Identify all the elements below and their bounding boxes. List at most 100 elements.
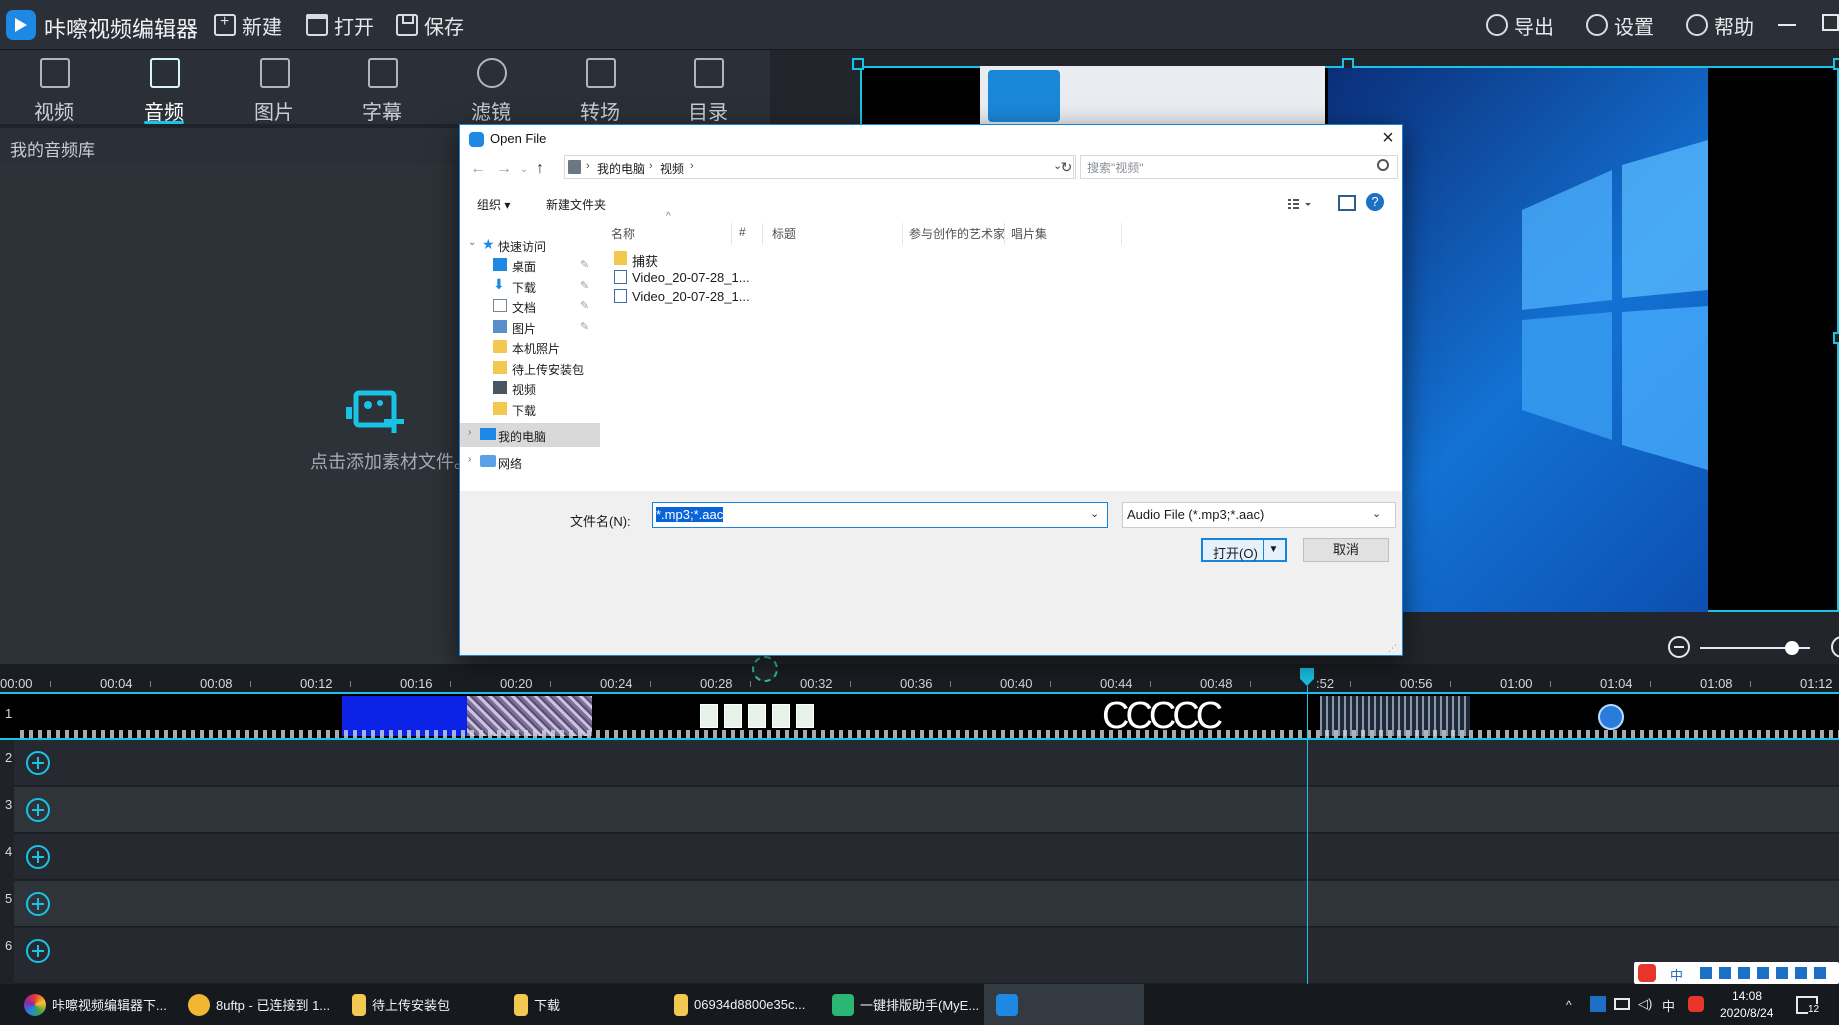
minimize-button[interactable] [1778,24,1796,26]
cancel-button[interactable]: 取消 [1303,538,1389,562]
preview-pane-icon[interactable] [1338,195,1356,211]
nav-folder[interactable]: 下载 [460,397,600,421]
file-row[interactable]: 捕获 [614,249,1114,269]
tab-catalog[interactable]: 目录 [658,50,758,124]
recent-dropdown-icon[interactable]: ⌄ [520,164,528,175]
column-divider[interactable] [1004,223,1005,245]
column-header-number[interactable]: # [739,225,746,239]
resize-handle[interactable] [1833,58,1839,70]
refresh-icon[interactable]: ↻ [1058,155,1076,179]
column-header-name[interactable]: 名称 [611,225,635,242]
chevron-right-icon[interactable]: › [468,454,471,465]
empty-track[interactable] [14,834,1839,880]
new-button[interactable]: 新建 [214,10,282,40]
file-type-select[interactable]: Audio File (*.mp3;*.aac) [1122,502,1396,528]
move-handle-icon[interactable] [752,656,778,682]
chevron-up-icon[interactable]: ^ [1566,998,1572,1012]
sogou-tray-icon[interactable] [1688,996,1704,1012]
file-row[interactable]: Video_20-07-28_1... [614,268,1114,288]
add-track-icon[interactable] [26,845,50,869]
network-icon[interactable] [1614,998,1630,1010]
file-row[interactable]: Video_20-07-28_1... [614,287,1114,307]
tab-subtitle[interactable]: 字幕 [332,50,432,124]
view-options-icon[interactable] [1286,195,1314,213]
chevron-down-icon[interactable]: ⌄ [1372,507,1381,520]
pin-icon[interactable]: ✎ [580,258,589,271]
zoom-out-button[interactable] [1668,636,1690,658]
open-button[interactable]: 打开 [306,10,374,40]
help-icon[interactable]: ? [1366,193,1384,211]
breadcrumb-item[interactable]: 视频 [660,160,684,177]
column-header-artist[interactable]: 参与创作的艺术家 [909,225,1005,242]
taskbar-item[interactable]: 咔嚓视频编辑器下... [24,984,167,1025]
settings-button[interactable]: 设置 [1586,10,1654,40]
pin-icon[interactable]: ✎ [580,320,589,333]
tab-video[interactable]: 视频 [4,50,104,124]
volume-icon[interactable]: ◁) [1638,996,1652,1012]
help-button[interactable]: 帮助 [1686,10,1754,40]
column-divider[interactable] [762,223,763,245]
taskbar-item[interactable]: 06934d8800e35c... [674,984,805,1025]
timeline-clip[interactable] [700,704,818,728]
add-track-icon[interactable] [26,939,50,963]
column-divider[interactable] [731,223,732,245]
taskbar-item[interactable]: 一键排版助手(MyE... [832,984,979,1025]
tab-audio[interactable]: 音频 [114,50,214,124]
input-language[interactable]: 中 [1662,996,1675,1015]
back-arrow-icon[interactable]: ← [470,160,486,178]
ime-lang[interactable]: 中 [1670,965,1683,984]
maximize-button[interactable] [1822,14,1839,31]
column-header-title[interactable]: 标题 [772,225,796,242]
clock-date[interactable]: 2020/8/24 [1720,1006,1773,1020]
zoom-slider-handle[interactable] [1785,641,1799,655]
filename-input[interactable]: *.mp3;*.aac [652,502,1108,528]
pin-icon[interactable]: ✎ [580,299,589,312]
empty-track[interactable] [14,928,1839,984]
tab-transition[interactable]: 转场 [550,50,650,124]
nav-network[interactable]: › 网络 [460,450,600,474]
chevron-right-icon[interactable]: › [468,427,471,438]
breadcrumb-item[interactable]: 我的电脑 [597,160,645,177]
clock-time[interactable]: 14:08 [1732,989,1762,1003]
tab-image[interactable]: 图片 [224,50,324,124]
add-media-hint[interactable]: 点击添加素材文件。 [310,448,472,474]
empty-track[interactable] [14,787,1839,833]
open-file-button[interactable]: 打开(O) ▼ [1201,538,1287,562]
notification-icon[interactable]: 12 [1796,996,1820,1015]
add-track-icon[interactable] [26,798,50,822]
tray-app-icon[interactable] [1590,996,1606,1012]
new-folder-button[interactable]: 新建文件夹 [546,196,606,213]
add-track-icon[interactable] [26,892,50,916]
taskbar-item[interactable]: 下载 [514,984,560,1025]
nav-this-pc[interactable]: › 我的电脑 [460,423,600,447]
timeline-tick-label: 00:04 [100,676,133,691]
taskbar-item-active[interactable] [984,984,1144,1025]
organize-button[interactable]: 组织 ▾ [477,196,510,213]
chevron-down-icon[interactable]: ⌄ [468,237,476,248]
close-icon[interactable]: × [1376,127,1400,151]
resize-handle[interactable] [852,58,864,70]
column-header-album[interactable]: 唱片集 [1011,225,1047,242]
search-input[interactable]: 搜索"视频" [1080,155,1398,179]
chevron-down-icon[interactable]: ⌄ [1090,507,1099,520]
add-track-icon[interactable] [26,751,50,775]
empty-track[interactable] [14,881,1839,927]
taskbar-item[interactable]: 8uftp - 已连接到 1... [188,984,330,1025]
resize-handle[interactable] [1833,332,1839,344]
empty-track[interactable] [14,740,1839,786]
add-media-icon[interactable] [346,389,406,441]
chevron-down-icon[interactable]: ▼ [1263,540,1283,560]
column-divider[interactable] [902,223,903,245]
ime-tool-icons[interactable] [1700,967,1830,979]
address-bar[interactable]: › 我的电脑 › 视频 › ⌄ [564,155,1074,179]
column-divider[interactable] [1121,223,1122,245]
forward-arrow-icon[interactable]: → [496,160,512,178]
up-arrow-icon[interactable]: ↑ [536,160,544,178]
tab-filter[interactable]: 滤镜 [441,50,541,124]
pin-icon[interactable]: ✎ [580,279,589,292]
resize-grip-icon[interactable]: ⋰ [1388,643,1397,654]
taskbar-item[interactable]: 待上传安装包 [352,984,450,1025]
export-button[interactable]: 导出 [1486,10,1554,40]
save-button[interactable]: 保存 [396,10,464,40]
ime-toolbar[interactable]: 中 [1634,962,1839,984]
